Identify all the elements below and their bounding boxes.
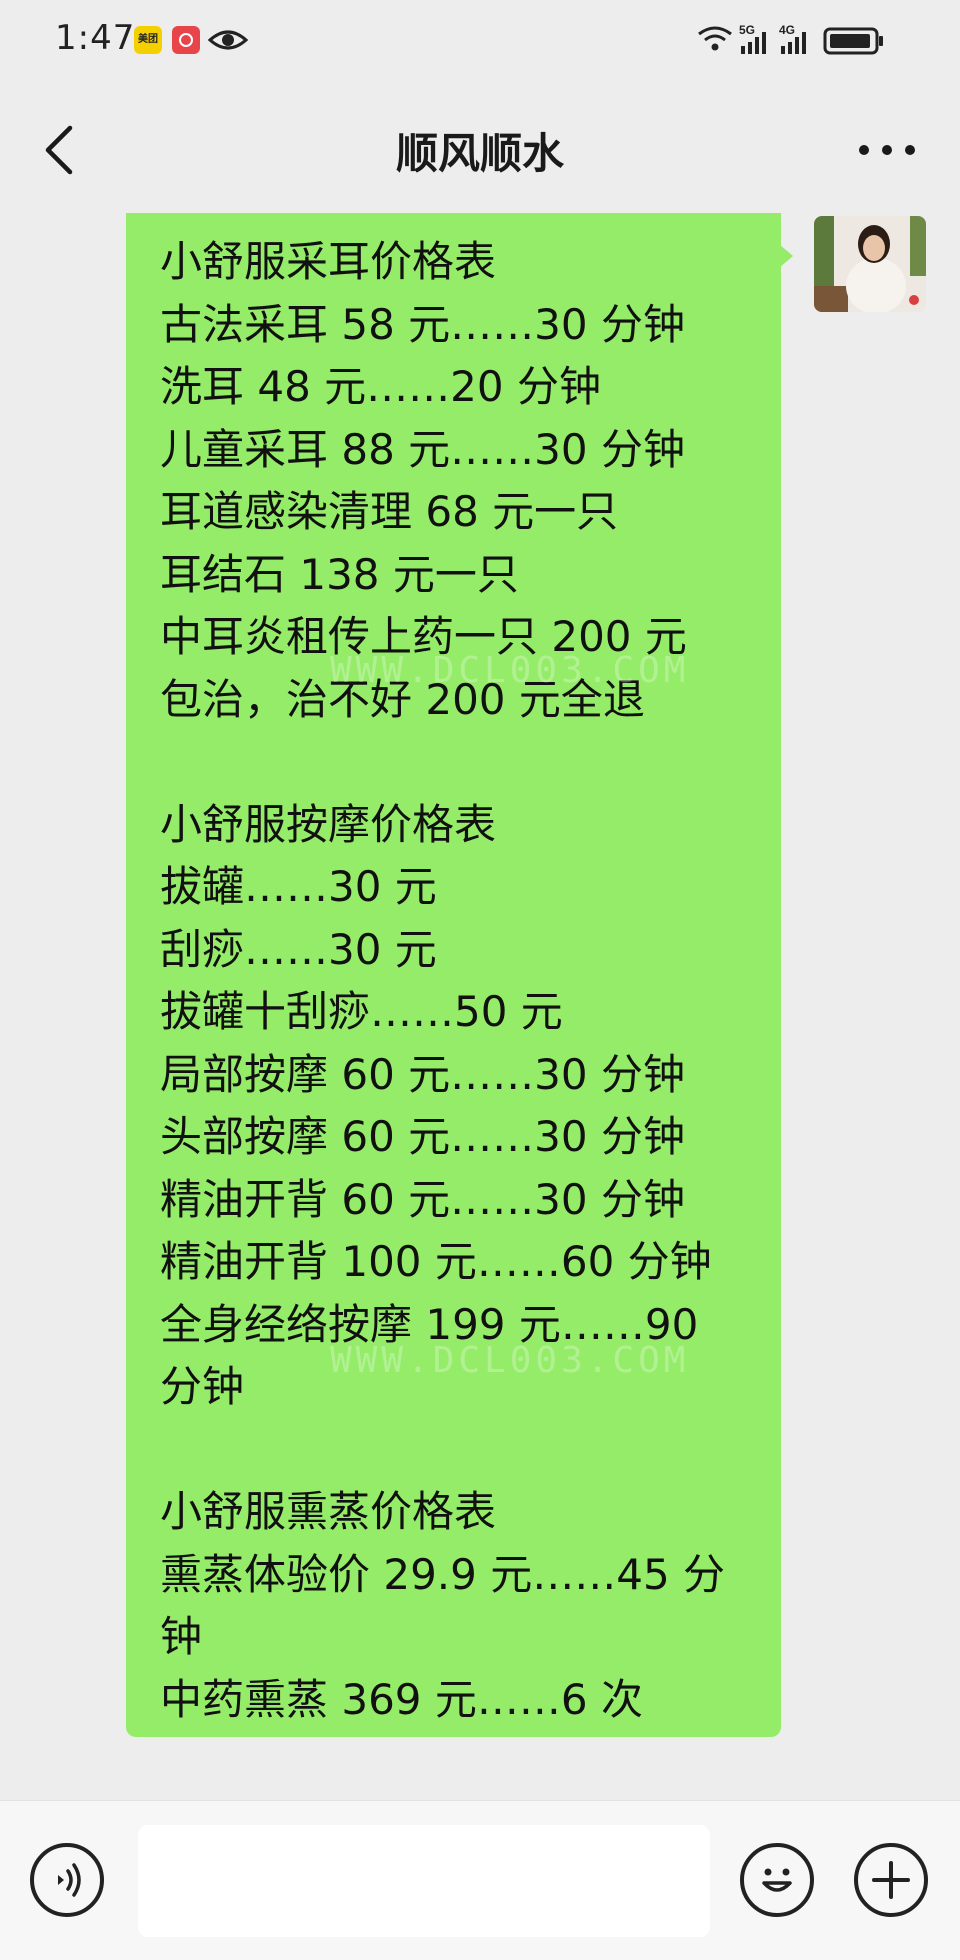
message-line: 小舒服按摩价格表 [160,799,497,849]
message-line: 拔罐十刮痧……50 元 [160,987,563,1036]
message-line: 精油开背 60 元……30 分钟 [160,1174,685,1224]
message-line: 全身经络按摩 199 元……90 [160,1299,699,1349]
message-line: 局部按摩 60 元……30 分钟 [160,1049,685,1099]
message-line: 刮痧……30 元 [160,924,437,974]
voice-button[interactable] [30,1843,104,1917]
message-line: 熏蒸体验价 29.9 元……45 分 [160,1549,726,1599]
wifi-icon [698,26,732,51]
avatar[interactable] [814,216,926,312]
status-time: 1:47 [55,18,136,58]
signal-4g-icon: 4G [779,23,806,54]
message-line: 钟 [160,1612,203,1661]
message-line: 中耳炎租传上药一只 200 元 [160,612,687,661]
signal-5g-icon: 5G [739,23,766,54]
message-text: 小舒服采耳价格表古法采耳 58 元……30 分钟 洗耳 48 元……20 分钟儿童… [160,231,753,1731]
emoji-icon [762,1868,792,1892]
message-bubble[interactable]: 小舒服采耳价格表古法采耳 58 元……30 分钟 洗耳 48 元……20 分钟儿童… [126,213,781,1737]
message-line: 古法采耳 58 元……30 分钟 [160,299,685,349]
plus-button[interactable] [854,1843,928,1917]
status-right-group: 5G 4G [695,20,905,64]
meituan-app-label: 美团 [138,34,158,45]
bubble-tail [779,244,793,268]
message-line: 头部按摩 60 元……30 分钟 [160,1112,685,1161]
message-line: 拔罐……30 元 [160,862,437,911]
message-line: 中药熏蒸 369 元……6 次 [160,1674,643,1724]
message-line: 耳道感染清理 68 元一只 [160,487,619,536]
message-line: 包治，治不好 200 元全退 [160,674,645,724]
message-line: 小舒服熏蒸价格表 [160,1487,497,1536]
chat-title: 顺风顺水 [395,129,564,178]
message-line: 小舒服采耳价格表 [160,237,497,286]
svg-text:4G: 4G [779,23,795,37]
emoji-button[interactable] [740,1843,814,1917]
plus-icon [872,1861,910,1899]
message-line: 儿童采耳 88 元……30 分钟 [160,424,685,474]
eye-icon [208,30,248,50]
message-line: 耳结石 138 元一只 [160,549,519,599]
svg-text:5G: 5G [739,23,755,37]
chat-header: 顺风顺水 [0,78,960,219]
status-bar: 1:47 美团 5G 4G [0,0,960,78]
message-line: 精油开背 100 元……60 分钟 [160,1237,712,1286]
voice-icon [58,1863,81,1897]
more-dots-icon[interactable] [852,130,922,170]
battery-icon [823,27,883,55]
meituan-app-icon: 美团 [134,26,162,54]
message-line: 洗耳 48 元……20 分钟 [160,362,601,411]
huawei-app-icon [172,26,200,54]
message-input[interactable] [138,1825,710,1937]
message-line: 分钟 [160,1362,245,1411]
input-bar [0,1800,960,1960]
